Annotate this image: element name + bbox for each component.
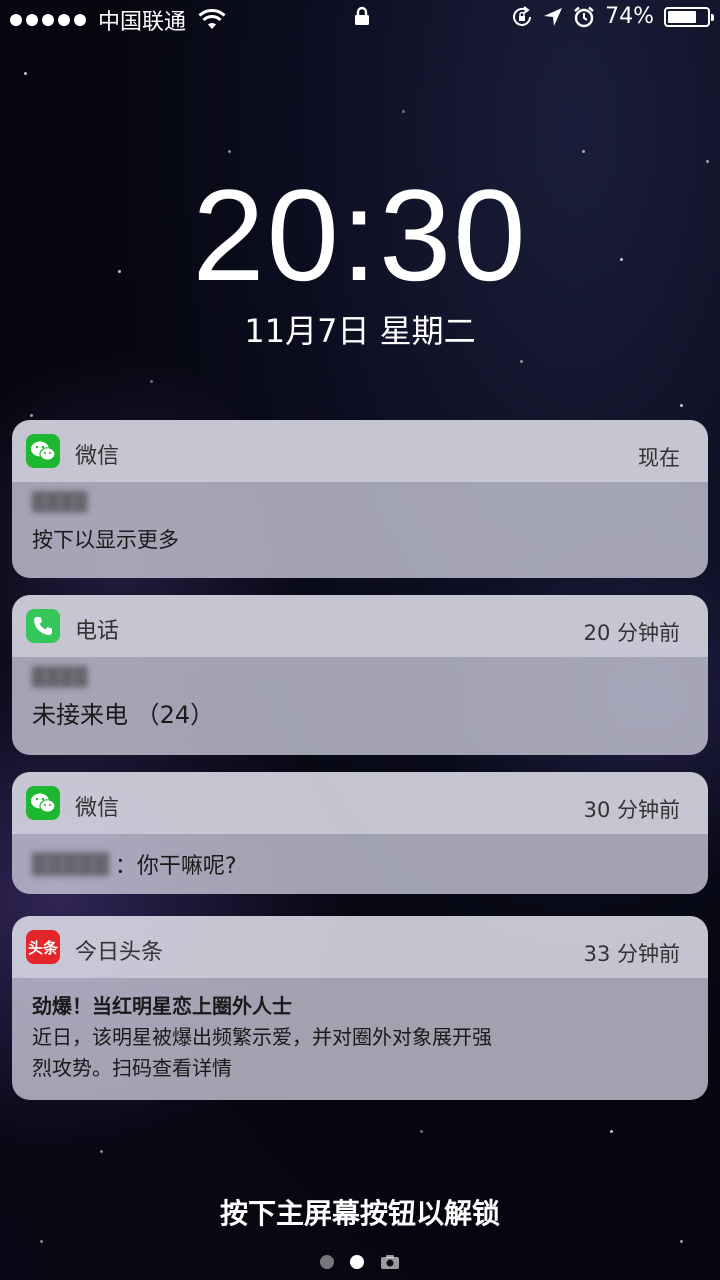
lockscreen-time: 20:30 [192,162,528,308]
notification-body: ████ 未接来电 （24） [12,657,708,730]
status-left: 中国联通 [10,4,226,36]
notification-header: 电话 20 分钟前 [12,595,708,657]
lockscreen-date: 11月7日 星期二 [244,312,476,350]
cellular-signal-icon [10,14,86,26]
battery-percent: 74% [605,4,654,29]
notification-app-name: 今日头条 [75,940,164,965]
notification-header: 头条 今日头条 33 分钟前 [12,916,708,978]
status-bar: 中国联通 74% [0,0,720,36]
notification-wechat-2[interactable]: 微信 30 分钟前 █████ ：你干嘛呢? [12,772,708,894]
rotation-lock-icon [513,5,532,26]
carrier-name: 中国联通 [98,10,187,35]
location-icon [544,7,563,26]
page-indicator [0,1254,720,1270]
toutiao-icon: 头条 [26,930,60,964]
blurred-sender: █████ [32,852,109,876]
notification-app-name: 微信 [75,796,120,821]
wifi-icon [198,9,226,29]
blurred-caller: ████ [32,667,88,688]
camera-icon[interactable] [380,1254,400,1270]
notification-time: 33 分钟前 [583,942,680,966]
battery-level-fill [668,10,697,23]
notification-body: ████ 按下以显示更多 [12,482,708,554]
notification-time: 20 分钟前 [583,621,680,645]
notification-body: █████ ：你干嘛呢? [12,834,708,894]
notification-title: 劲爆！当红明星恋上圈外人士 [32,994,292,1018]
notification-message: 未接来电 （24） [32,701,215,729]
notification-wechat-1[interactable]: 微信 现在 ████ 按下以显示更多 [12,420,708,578]
notification-message: 按下以显示更多 [32,528,179,552]
battery-icon [664,6,714,27]
page-dot[interactable] [320,1255,334,1269]
lock-icon [355,6,369,25]
notification-header: 微信 30 分钟前 [12,772,708,834]
blurred-sender: ████ [32,492,88,513]
notification-body: 劲爆！当红明星恋上圈外人士 近日，该明星被爆出频繁示爱，并对圈外对象展开强 烈攻… [12,978,708,1081]
notification-app-name: 微信 [75,444,120,469]
phone-icon [26,609,60,643]
notification-phone[interactable]: 电话 20 分钟前 ████ 未接来电 （24） [12,595,708,755]
status-right: 74% [511,4,714,29]
unlock-hint: 按下主屏幕按钮以解锁 [219,1197,500,1230]
notification-message: ：你干嘛呢? [114,854,237,879]
wechat-icon [26,786,60,820]
notification-header: 微信 现在 [12,420,708,482]
page-dot-active[interactable] [350,1255,364,1269]
notification-app-name: 电话 [75,619,120,644]
notification-message-line1: 近日，该明星被爆出频繁示爱，并对圈外对象展开强 [32,1025,492,1049]
notification-time: 现在 [638,446,680,470]
alarm-icon [574,6,594,27]
notification-message-line2: 烈攻势。扫码查看详情 [32,1056,232,1080]
wechat-icon [26,434,60,468]
notification-time: 30 分钟前 [583,798,680,822]
notification-toutiao[interactable]: 头条 今日头条 33 分钟前 劲爆！当红明星恋上圈外人士 近日，该明星被爆出频繁… [12,916,708,1100]
